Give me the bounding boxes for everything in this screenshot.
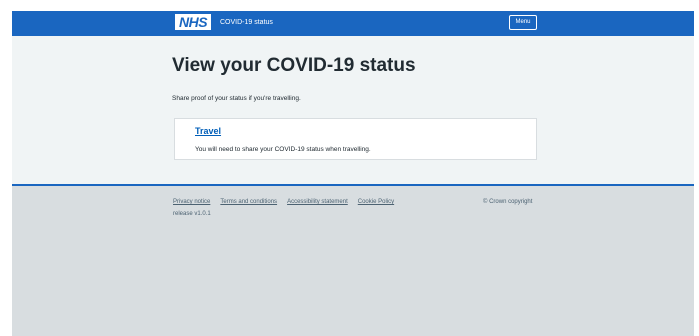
travel-link[interactable]: Travel — [195, 125, 221, 137]
cookie-policy-link[interactable]: Cookie Policy — [358, 198, 394, 207]
site-footer: Privacy notice Terms and conditions Acce… — [12, 184, 694, 336]
menu-button[interactable]: Menu — [509, 15, 537, 30]
service-name[interactable]: COVID-19 status — [220, 17, 273, 29]
terms-and-conditions-link[interactable]: Terms and conditions — [220, 198, 277, 207]
main-content: View your COVID-19 status Share proof of… — [12, 36, 694, 184]
release-version: release v1.0.1 — [173, 211, 211, 217]
privacy-notice-link[interactable]: Privacy notice — [173, 198, 210, 207]
lead-text: Share proof of your status if you're tra… — [172, 95, 301, 102]
crown-copyright: © Crown copyright — [483, 199, 533, 205]
page: NHS COVID-19 status Menu View your COVID… — [0, 0, 699, 336]
page-title: View your COVID-19 status — [172, 55, 416, 76]
accessibility-statement-link[interactable]: Accessibility statement — [287, 198, 348, 207]
footer-links: Privacy notice Terms and conditions Acce… — [173, 198, 394, 207]
travel-card[interactable]: Travel You will need to share your COVID… — [174, 118, 537, 160]
travel-card-description: You will need to share your COVID-19 sta… — [195, 146, 371, 153]
nhs-logo[interactable]: NHS — [175, 14, 211, 30]
site-header: NHS COVID-19 status Menu — [12, 11, 694, 36]
